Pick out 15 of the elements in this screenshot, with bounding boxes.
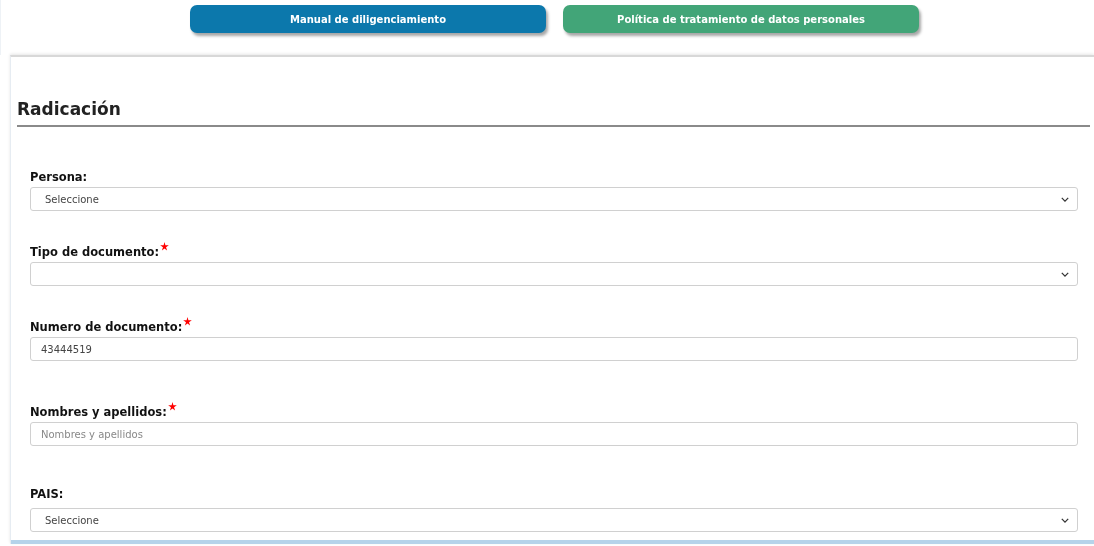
field-label: Nombres y apellidos: [30, 404, 167, 421]
select-field[interactable]: Seleccione [30, 508, 1078, 532]
section-title: Radicación [16, 98, 122, 120]
select-field[interactable]: Seleccione [30, 187, 1078, 211]
header-button[interactable]: Manual de diligenciamiento [190, 5, 546, 33]
field-label: Tipo de documento: [30, 244, 160, 261]
select-field[interactable] [30, 262, 1078, 286]
chevron-down-icon [1061, 271, 1069, 277]
chevron-down-icon [1061, 517, 1069, 523]
field-label: Numero de documento: [30, 319, 183, 336]
field-label: PAIS: [30, 486, 64, 503]
chevron-down-icon [1061, 196, 1069, 202]
field-label: Persona: [30, 169, 88, 186]
text-field[interactable]: Nombres y apellidos [30, 422, 1078, 446]
text-field[interactable]: 43444519 [30, 337, 1078, 361]
